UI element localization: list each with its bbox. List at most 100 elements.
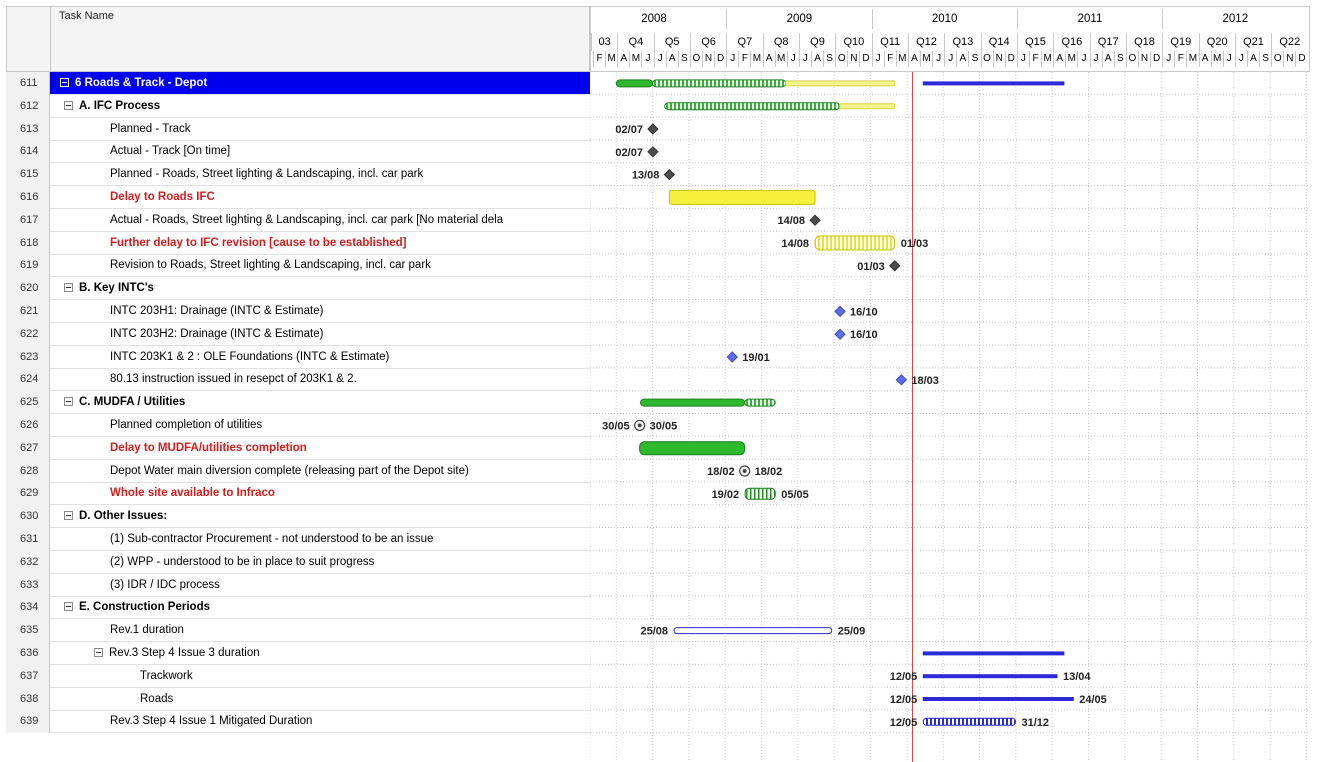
task-row[interactable]: 622 INTC 203H2: Drainage (INTC & Estimate…: [6, 322, 590, 346]
milestone-diamond[interactable]: [647, 123, 659, 135]
task-name-cell[interactable]: Roads: [140, 688, 173, 710]
task-row[interactable]: 639 Rev.3 Step 4 Issue 1 Mitigated Durati…: [6, 710, 590, 734]
row-id[interactable]: 629: [6, 482, 50, 506]
row-id[interactable]: 622: [6, 322, 50, 346]
row-id[interactable]: 639: [6, 710, 50, 734]
gantt-bar[interactable]: [639, 441, 746, 456]
task-row[interactable]: 637 Trackwork: [6, 664, 590, 688]
task-name-cell[interactable]: Rev.1 duration: [110, 619, 184, 641]
row-id[interactable]: 633: [6, 573, 50, 597]
milestone-diamond[interactable]: [647, 146, 659, 158]
task-name-cell[interactable]: Whole site available to Infraco: [110, 482, 275, 504]
task-name-cell[interactable]: 80.13 instruction issued in resepct of 2…: [110, 368, 357, 390]
gantt-bar[interactable]: [744, 398, 776, 407]
task-name-cell[interactable]: C. MUDFA / Utilities: [64, 391, 185, 413]
collapse-toggle-icon[interactable]: [94, 648, 103, 657]
task-name-cell[interactable]: E. Construction Periods: [64, 596, 210, 618]
collapse-toggle-icon[interactable]: [64, 283, 73, 293]
row-id[interactable]: 637: [6, 664, 50, 688]
task-name-cell[interactable]: INTC 203H1: Drainage (INTC & Estimate): [110, 300, 323, 322]
collapse-toggle-icon[interactable]: [60, 78, 69, 87]
row-id[interactable]: 617: [6, 208, 50, 232]
task-row[interactable]: 631 (1) Sub-contractor Procurement - not …: [6, 528, 590, 551]
task-row[interactable]: 614 Actual - Track [On time]: [6, 140, 590, 164]
task-row[interactable]: 625 C. MUDFA / Utilities: [6, 391, 590, 415]
row-id[interactable]: 638: [6, 687, 50, 711]
row-id[interactable]: 630: [6, 505, 50, 529]
task-name-cell[interactable]: Planned completion of utilities: [110, 414, 262, 436]
milestone-diamond[interactable]: [809, 214, 821, 226]
task-name-cell[interactable]: Rev.3 Step 4 Issue 1 Mitigated Duration: [110, 710, 312, 732]
task-row[interactable]: 619 Revision to Roads, Street lighting & …: [6, 254, 590, 278]
task-row[interactable]: 635 Rev.1 duration: [6, 619, 590, 643]
collapse-toggle-icon[interactable]: [64, 397, 73, 407]
task-name-cell[interactable]: Actual - Track [On time]: [110, 140, 230, 162]
gantt-bar[interactable]: [639, 398, 746, 407]
task-name-cell[interactable]: INTC 203K1 & 2 : OLE Foundations (INTC &…: [110, 346, 389, 368]
gantt-bar[interactable]: [922, 674, 1058, 679]
row-id[interactable]: 624: [6, 368, 50, 392]
task-row[interactable]: 613 Planned - Track: [6, 117, 590, 141]
task-name-cell[interactable]: 6 Roads & Track - Depot: [50, 72, 590, 94]
task-row[interactable]: 615 Planned - Roads, Street lighting & La…: [6, 163, 590, 187]
task-name-cell[interactable]: INTC 203H2: Drainage (INTC & Estimate): [110, 323, 323, 345]
gantt-bar[interactable]: [744, 487, 776, 500]
milestone-diamond[interactable]: [663, 168, 676, 181]
gantt-bar[interactable]: [668, 189, 816, 205]
task-name-cell[interactable]: Further delay to IFC revision [cause to …: [110, 232, 407, 254]
task-row[interactable]: 628 Depot Water main diversion complete (…: [6, 459, 590, 483]
task-row[interactable]: 638 Roads: [6, 687, 590, 711]
row-id[interactable]: 618: [6, 231, 50, 255]
gantt-bar[interactable]: [922, 697, 1074, 701]
task-row[interactable]: 618 Further delay to IFC revision [cause …: [6, 231, 590, 255]
task-name-cell[interactable]: B. Key INTC's: [64, 277, 154, 299]
gantt-bar[interactable]: [839, 103, 896, 110]
task-name-cell[interactable]: D. Other Issues:: [64, 505, 167, 527]
id-column-header[interactable]: [7, 7, 51, 71]
task-name-cell[interactable]: Rev.3 Step 4 Issue 3 duration: [94, 642, 260, 664]
task-row[interactable]: 616 Delay to Roads IFC: [6, 186, 590, 209]
task-row[interactable]: 632 (2) WPP - understood to be in place t…: [6, 550, 590, 574]
milestone-diamond[interactable]: [834, 328, 846, 340]
gantt-bar[interactable]: [615, 79, 654, 88]
task-name-header[interactable]: Task Name: [59, 10, 114, 22]
task-name-cell[interactable]: Planned - Roads, Street lighting & Lands…: [110, 163, 423, 185]
task-name-cell[interactable]: A. IFC Process: [64, 95, 160, 117]
row-id[interactable]: 621: [6, 300, 50, 323]
milestone-diamond[interactable]: [889, 260, 901, 272]
row-id[interactable]: 636: [6, 642, 50, 665]
row-id[interactable]: 620: [6, 277, 50, 301]
task-row[interactable]: 633 (3) IDR / IDC process: [6, 573, 590, 597]
row-id[interactable]: 628: [6, 459, 50, 483]
task-row[interactable]: 629 Whole site available to Infraco: [6, 482, 590, 506]
milestone-diamond[interactable]: [726, 351, 738, 363]
row-id[interactable]: 627: [6, 436, 50, 460]
row-id[interactable]: 632: [6, 550, 50, 574]
gantt-bar[interactable]: [664, 102, 841, 111]
row-id[interactable]: 623: [6, 345, 50, 369]
gantt-bar[interactable]: [652, 79, 787, 88]
row-id[interactable]: 626: [6, 414, 50, 437]
task-row[interactable]: 612 A. IFC Process: [6, 94, 590, 118]
task-row[interactable]: 626 Planned completion of utilities: [6, 414, 590, 437]
task-row[interactable]: 623 INTC 203K1 & 2 : OLE Foundations (INT…: [6, 345, 590, 369]
task-name-cell[interactable]: Depot Water main diversion complete (rel…: [110, 460, 469, 482]
row-id[interactable]: 615: [6, 163, 50, 187]
gantt-bar[interactable]: [785, 80, 896, 87]
task-name-cell[interactable]: Actual - Roads, Street lighting & Landsc…: [110, 209, 503, 231]
task-row[interactable]: 621 INTC 203H1: Drainage (INTC & Estimate…: [6, 300, 590, 323]
task-name-cell[interactable]: Delay to MUDFA/utilities completion: [110, 437, 307, 459]
task-row[interactable]: 636 Rev.3 Step 4 Issue 3 duration: [6, 642, 590, 665]
milestone-diamond[interactable]: [895, 374, 908, 386]
row-id[interactable]: 634: [6, 596, 50, 620]
collapse-toggle-icon[interactable]: [64, 602, 73, 612]
task-name-cell[interactable]: Revision to Roads, Street lighting & Lan…: [110, 254, 431, 276]
gantt-bar[interactable]: [922, 651, 1065, 656]
task-row[interactable]: 620 B. Key INTC's: [6, 277, 590, 301]
milestone-diamond[interactable]: [834, 305, 846, 318]
row-id[interactable]: 631: [6, 528, 50, 551]
collapse-toggle-icon[interactable]: [64, 100, 73, 110]
gantt-bar[interactable]: [922, 717, 1016, 726]
task-name-cell[interactable]: Planned - Track: [110, 118, 191, 140]
collapse-toggle-icon[interactable]: [64, 511, 73, 521]
